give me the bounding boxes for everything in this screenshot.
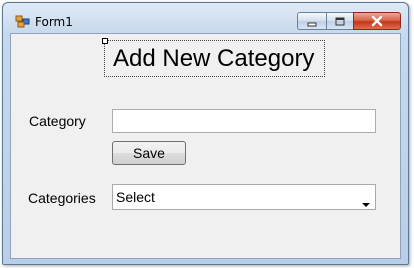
maximize-button[interactable] — [326, 12, 353, 30]
close-button[interactable] — [353, 12, 401, 30]
category-input[interactable] — [112, 109, 376, 133]
categories-selected-value: Select — [116, 189, 155, 205]
windows-form-icon — [15, 14, 31, 30]
title-bar[interactable]: Form1 — [3, 3, 408, 31]
close-icon — [370, 12, 384, 31]
category-label: Category — [29, 113, 86, 129]
caption-buttons — [297, 12, 401, 30]
chevron-down-icon[interactable] — [361, 194, 371, 207]
app-window: Form1 Add New Category Category Save Cat… — [2, 2, 409, 265]
categories-dropdown[interactable]: Select — [112, 184, 376, 210]
maximize-icon — [334, 12, 346, 31]
page-title: Add New Category — [113, 45, 315, 72]
save-button[interactable]: Save — [112, 141, 186, 165]
heading-selection-box[interactable]: Add New Category — [102, 38, 325, 77]
minimize-button[interactable] — [297, 12, 326, 30]
selection-handle[interactable] — [102, 38, 108, 44]
form-client-area: Add New Category Category Save Categorie… — [10, 33, 401, 259]
window-title: Form1 — [35, 15, 73, 29]
minimize-icon — [306, 12, 318, 31]
categories-label: Categories — [28, 190, 96, 206]
